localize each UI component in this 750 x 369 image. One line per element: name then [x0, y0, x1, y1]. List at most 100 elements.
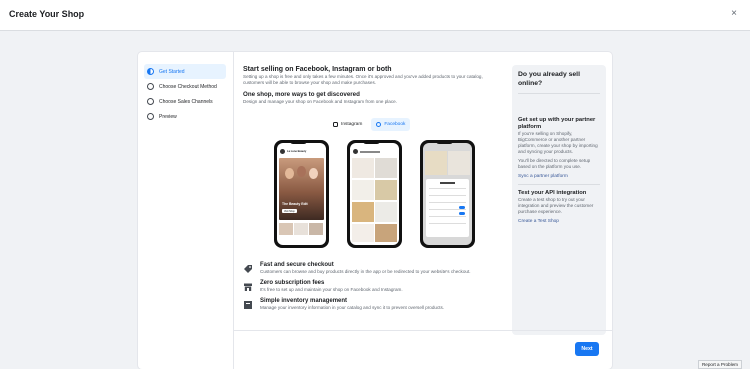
close-icon[interactable]: ×	[731, 8, 737, 19]
section-subtitle: One shop, more ways to get discovered	[243, 91, 360, 98]
step-label: Choose Checkout Method	[159, 83, 217, 90]
product-tile	[352, 224, 374, 242]
feature-title: Simple inventory management	[260, 298, 348, 304]
shop-header	[353, 149, 380, 154]
toggle-instagram[interactable]: Instagram	[328, 118, 367, 131]
step-circle-icon	[147, 113, 154, 120]
partner-title: Get set up with your partner platform	[518, 117, 596, 130]
sheet-row-line	[429, 202, 466, 203]
checkout-sheet	[426, 179, 469, 237]
toggle-label: Instagram	[341, 122, 363, 127]
banner-title: The Beauty Edit	[282, 202, 308, 206]
shop-avatar	[353, 149, 358, 154]
dialog-header: Create Your Shop ×	[0, 0, 750, 31]
step-progress-icon	[147, 68, 154, 75]
feature-item: Simple inventory management Manage your …	[243, 298, 503, 311]
sheet-title-line	[440, 182, 455, 184]
step-circle-icon	[147, 98, 154, 105]
dialog-title: Create Your Shop	[9, 9, 85, 19]
product-tile	[375, 202, 397, 222]
phone-notch	[436, 140, 453, 144]
sheet-row-line	[429, 195, 466, 196]
shop-avatar	[280, 149, 285, 154]
step-circle-icon	[147, 83, 154, 90]
banner-image: The Beauty Edit Visit Shop	[279, 158, 324, 220]
next-button[interactable]: Next	[575, 342, 599, 356]
side-title: Do you already sell online?	[518, 71, 580, 87]
phone-preview-3	[420, 140, 475, 248]
banner-button: Visit Shop	[282, 209, 297, 213]
step-label: Get Started	[159, 68, 185, 75]
toggle-facebook[interactable]: Facebook	[371, 118, 411, 131]
instagram-icon	[333, 122, 338, 127]
sheet-row-line	[429, 223, 466, 224]
tag-icon	[244, 265, 252, 273]
product-thumb	[279, 223, 293, 235]
phone-screen	[423, 143, 472, 245]
product-tile	[352, 202, 374, 222]
product-tile	[448, 151, 470, 175]
feature-title: Fast and secure checkout	[260, 262, 334, 268]
feature-desc: Manage your inventory information in you…	[260, 305, 445, 310]
step-nav: Get Started Choose Checkout Method Choos…	[144, 64, 226, 124]
nav-divider	[233, 52, 234, 369]
toggle-switch-icon	[459, 212, 465, 215]
sheet-row-line	[429, 216, 466, 217]
sheet-row-line	[429, 188, 466, 189]
report-problem-button[interactable]: Report a Problem	[697, 360, 742, 369]
step-label: Preview	[159, 113, 177, 120]
feature-title: Zero subscription fees	[260, 280, 325, 286]
section-subtext: Design and manage your shop on Facebook …	[243, 99, 397, 104]
feature-desc: It's free to set up and maintain your sh…	[260, 287, 403, 292]
model-face	[309, 168, 318, 179]
product-tile	[375, 224, 397, 242]
product-tile	[352, 180, 374, 200]
main-title: Start selling on Facebook, Instagram or …	[243, 66, 392, 73]
footer-divider	[234, 330, 612, 331]
shop-setup-card: Get Started Choose Checkout Method Choos…	[138, 52, 612, 369]
sync-partner-link[interactable]: Sync a partner platform	[518, 174, 600, 179]
phone-preview-2	[347, 140, 402, 248]
product-thumb	[309, 223, 323, 235]
step-choose-checkout-method[interactable]: Choose Checkout Method	[144, 79, 226, 94]
facebook-icon	[376, 122, 382, 127]
product-tile	[375, 180, 397, 200]
inventory-icon	[244, 301, 252, 309]
platform-toggle: Instagram Facebook	[328, 118, 411, 131]
phone-notch	[290, 140, 307, 144]
create-test-shop-link[interactable]: Create a Test Shop	[518, 219, 600, 224]
main-intro: Setting up a shop is free and only takes…	[243, 74, 483, 85]
feature-item: Fast and secure checkout Customers can b…	[243, 262, 503, 275]
api-title: Test your API integration	[518, 190, 587, 196]
step-choose-sales-channels[interactable]: Choose Sales Channels	[144, 94, 226, 109]
api-text: Create a test shop to try out your integ…	[518, 197, 594, 214]
toggle-label: Facebook	[384, 122, 406, 127]
shop-header: La Lune Beauty	[280, 149, 306, 154]
step-preview[interactable]: Preview	[144, 109, 226, 124]
sheet-row-line	[429, 209, 466, 210]
side-divider	[518, 93, 600, 94]
feature-list: Fast and secure checkout Customers can b…	[243, 262, 503, 316]
side-divider	[518, 184, 600, 185]
model-face	[285, 168, 294, 179]
step-get-started[interactable]: Get Started	[144, 64, 226, 79]
side-panel: Do you already sell online? Get set up w…	[512, 65, 606, 335]
phone-screen: La Lune Beauty The Beauty Edit Visit Sho…	[277, 143, 326, 245]
main-content: Start selling on Facebook, Instagram or …	[243, 65, 503, 105]
feature-desc: Customers can browse and buy products di…	[260, 269, 471, 274]
storefront-icon	[244, 283, 252, 291]
phone-previews: La Lune Beauty The Beauty Edit Visit Sho…	[274, 140, 475, 248]
partner-note: You'll be directed to complete setup bas…	[518, 158, 591, 169]
partner-text: If you're selling on Shopify, BigCommerc…	[518, 131, 598, 154]
phone-screen	[350, 143, 399, 245]
product-tile	[425, 151, 447, 175]
product-thumb	[294, 223, 308, 235]
product-tile	[375, 158, 397, 178]
toggle-switch-icon	[459, 206, 465, 209]
shop-name: La Lune Beauty	[287, 150, 307, 153]
phone-preview-1: La Lune Beauty The Beauty Edit Visit Sho…	[274, 140, 329, 248]
feature-item: Zero subscription fees It's free to set …	[243, 280, 503, 293]
side-spacer	[518, 99, 600, 117]
step-label: Choose Sales Channels	[159, 98, 213, 105]
phone-notch	[363, 140, 380, 144]
